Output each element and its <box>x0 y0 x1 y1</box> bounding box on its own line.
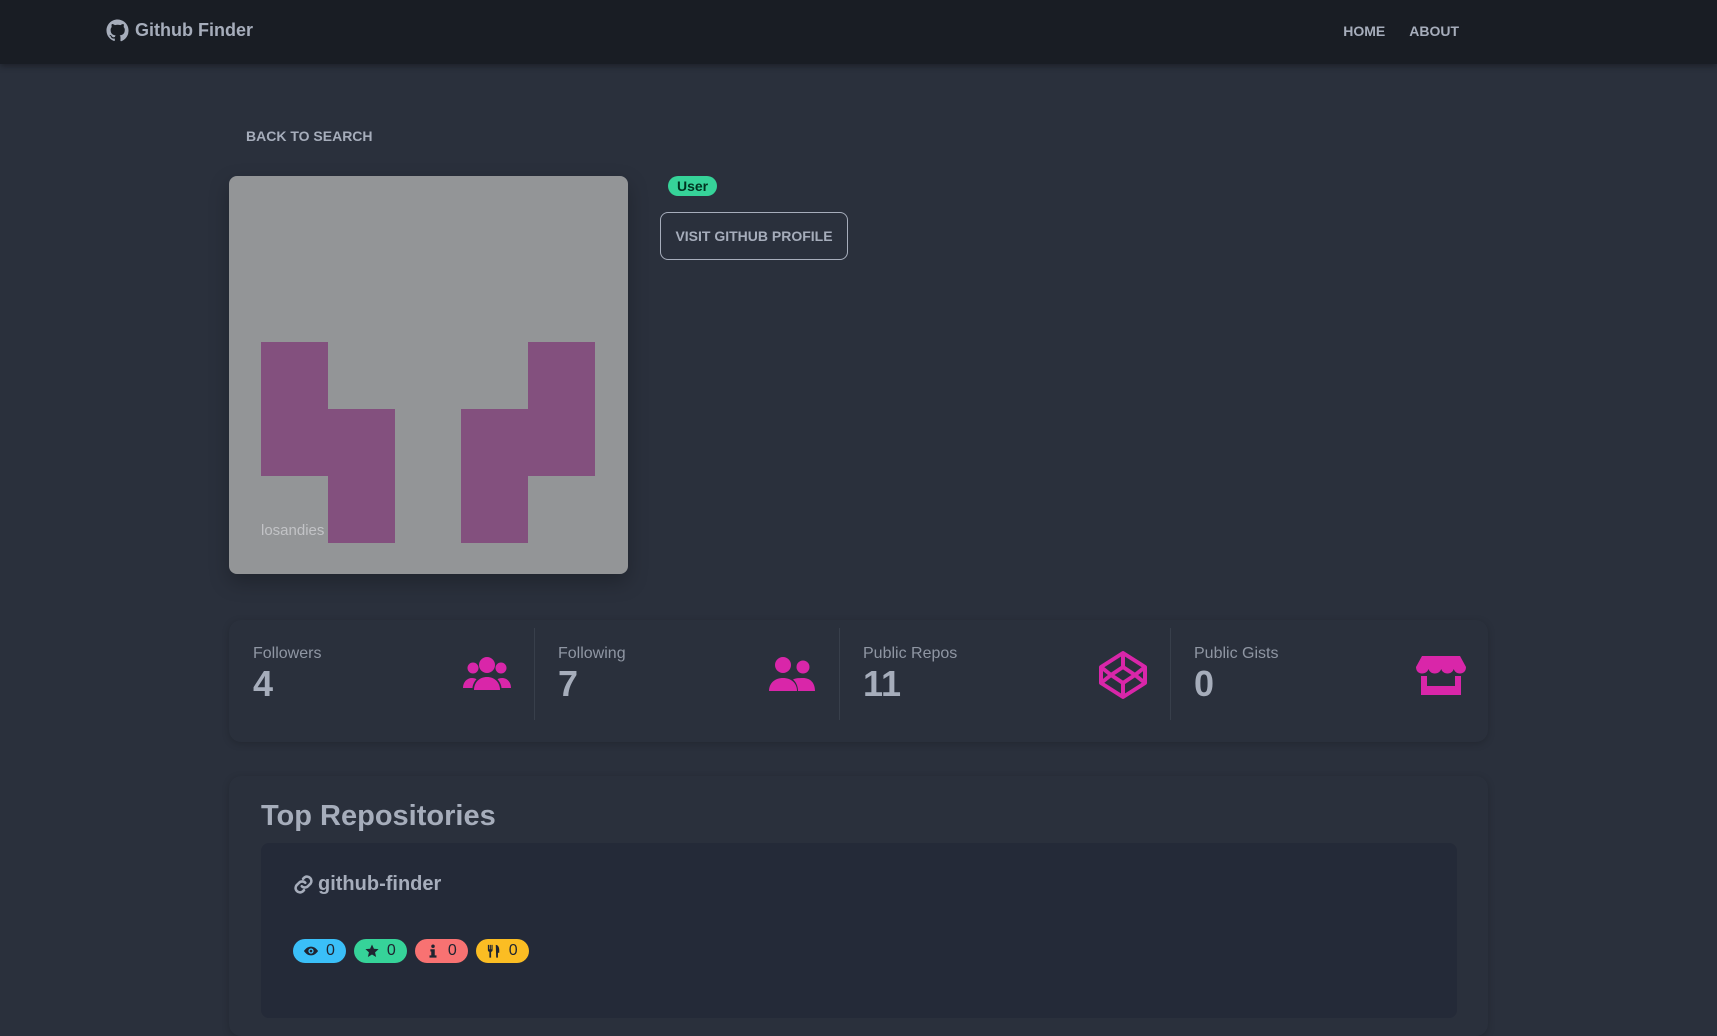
avatar-caption: losandies <box>261 522 325 539</box>
watchers-badge: 0 <box>293 939 346 963</box>
nav-home-link[interactable]: HOME <box>1343 23 1385 39</box>
visit-github-profile-button[interactable]: VISIT GITHUB PROFILE <box>660 212 848 260</box>
info-icon <box>429 944 437 958</box>
utensils-icon <box>487 944 499 958</box>
repo-name: github-finder <box>318 873 442 895</box>
stars-count: 0 <box>386 942 396 959</box>
link-icon <box>294 875 313 894</box>
back-to-search-button[interactable]: Back to search <box>229 119 390 153</box>
repos-panel: Top Repositories github-finder 0 0 0 0 <box>229 776 1488 1036</box>
star-icon <box>365 944 379 957</box>
repo-badges: 0 0 0 0 <box>293 939 529 963</box>
user-type-badge: User <box>668 176 718 196</box>
watchers-count: 0 <box>326 942 335 959</box>
user-friends-icon <box>769 657 815 691</box>
users-icon <box>463 657 511 690</box>
stat-public-repos: Public Repos 11 <box>839 620 1170 742</box>
nav-about-link[interactable]: ABOUT <box>1409 23 1459 39</box>
brand-title: Github Finder <box>135 20 253 40</box>
stars-badge: 0 <box>353 939 407 963</box>
navbar: Github Finder HOME ABOUT <box>0 0 1717 64</box>
issues-badge: 0 <box>414 939 468 963</box>
nav-links: HOME ABOUT <box>1343 23 1459 39</box>
store-icon <box>1416 656 1466 695</box>
stat-public-gists: Public Gists 0 <box>1170 620 1488 742</box>
codepen-icon <box>1099 651 1147 699</box>
repos-heading: Top Repositories <box>261 800 496 832</box>
forks-count: 0 <box>508 942 518 959</box>
repo-card: github-finder 0 0 0 0 <box>261 843 1457 1018</box>
repo-link[interactable]: github-finder <box>293 873 441 896</box>
stat-following: Following 7 <box>534 620 839 742</box>
forks-badge: 0 <box>475 939 529 963</box>
stats-panel: Followers 4 Following 7 Public Repos 11 … <box>229 620 1488 742</box>
github-icon <box>106 19 129 42</box>
stat-followers: Followers 4 <box>229 620 534 742</box>
issues-count: 0 <box>447 942 457 959</box>
eye-icon <box>304 946 318 956</box>
avatar: losandies <box>229 176 628 574</box>
identicon-image <box>261 342 595 543</box>
brand[interactable]: Github Finder <box>106 19 253 42</box>
